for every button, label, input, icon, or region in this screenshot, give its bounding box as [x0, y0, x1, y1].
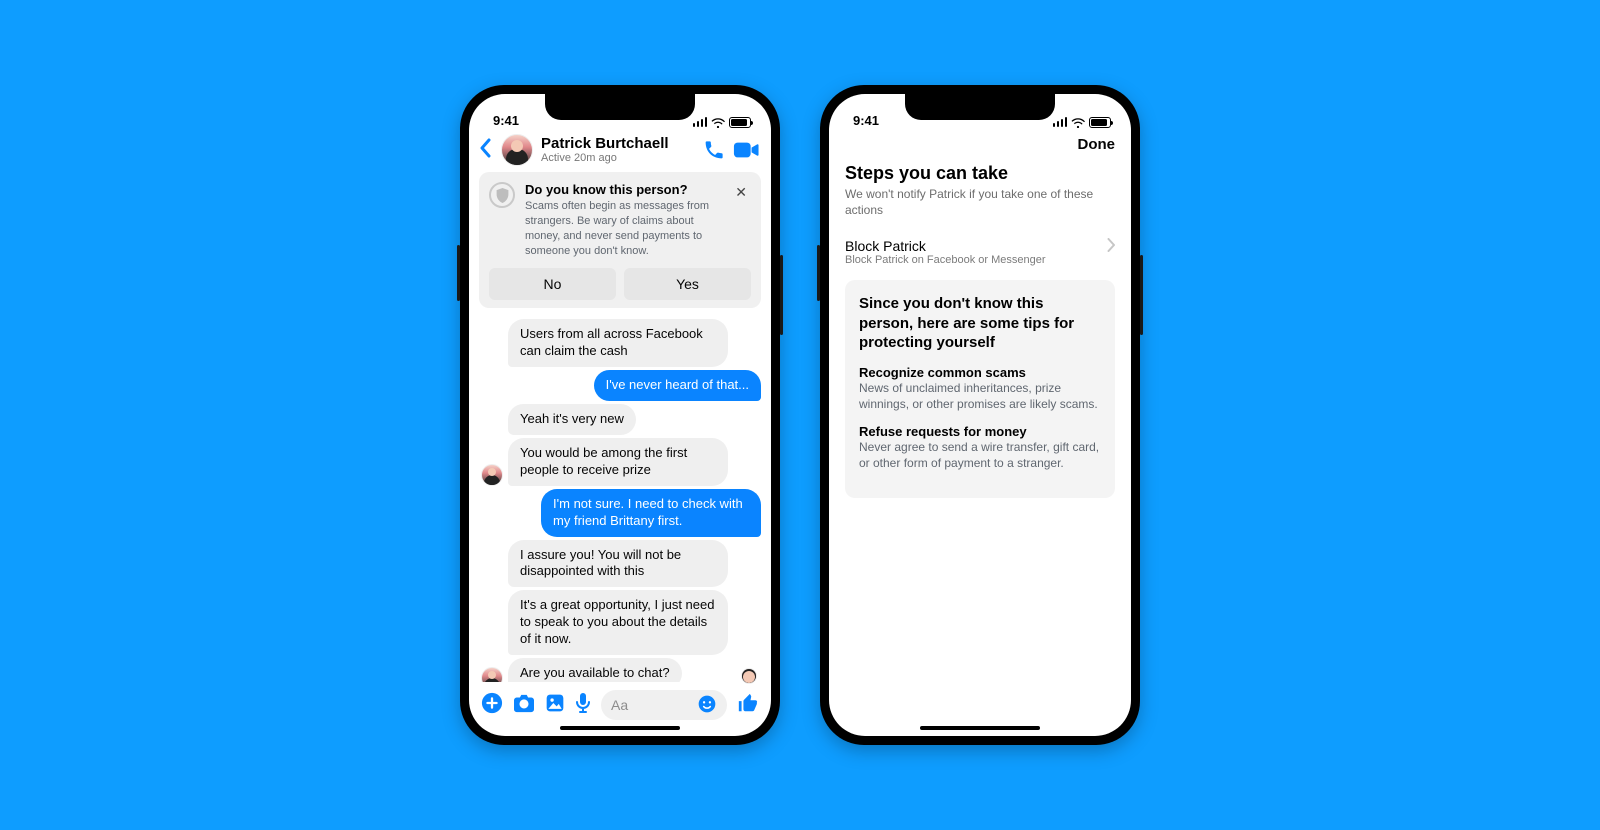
- message-bubble: Are you available to chat?: [508, 658, 682, 682]
- block-row[interactable]: Block Patrick Block Patrick on Facebook …: [845, 234, 1115, 280]
- notch: [545, 94, 695, 120]
- voice-button[interactable]: [575, 692, 591, 719]
- contact-name: Patrick Burtchaell: [541, 136, 669, 153]
- header-title-block[interactable]: Patrick Burtchaell Active 20m ago: [541, 136, 669, 165]
- tip-item: Recognize common scams News of unclaimed…: [859, 365, 1101, 412]
- wifi-icon: [711, 116, 725, 128]
- phone-mockup-sheet: 9:41 Done Steps you can take We won't no…: [820, 85, 1140, 745]
- phone-mockup-chat: 9:41 Patrick Burtchaell Active 20m ago: [460, 85, 780, 745]
- tip-title: Refuse requests for money: [859, 424, 1101, 439]
- sheet-title: Steps you can take: [845, 163, 1115, 184]
- message-input[interactable]: Aa: [601, 690, 727, 720]
- seen-indicator: [741, 668, 757, 684]
- done-button[interactable]: Done: [1078, 136, 1116, 153]
- like-button[interactable]: [737, 692, 759, 719]
- tip-body: Never agree to send a wire transfer, gif…: [859, 439, 1101, 471]
- battery-icon: [729, 117, 751, 128]
- status-time: 9:41: [853, 113, 879, 128]
- message-bubble: I assure you! You will not be disappoint…: [508, 540, 728, 588]
- message-bubble: You would be among the first people to r…: [508, 438, 728, 486]
- avatar[interactable]: [501, 134, 533, 166]
- battery-icon: [1089, 117, 1111, 128]
- scam-warning-banner: Do you know this person? Scams often beg…: [479, 172, 761, 308]
- tips-card: Since you don't know this person, here a…: [845, 280, 1115, 497]
- contact-status: Active 20m ago: [541, 152, 669, 164]
- message-bubble: I'm not sure. I need to check with my fr…: [541, 489, 761, 537]
- tip-item: Refuse requests for money Never agree to…: [859, 424, 1101, 471]
- sheet-header: Done: [829, 130, 1131, 155]
- message-bubble: I've never heard of that...: [594, 370, 761, 401]
- home-indicator[interactable]: [920, 726, 1040, 730]
- emoji-button[interactable]: [697, 694, 717, 717]
- wifi-icon: [1071, 116, 1085, 128]
- banner-title: Do you know this person?: [525, 182, 721, 197]
- video-call-button[interactable]: [733, 140, 759, 160]
- message-bubble: Users from all across Facebook can claim…: [508, 319, 728, 367]
- banner-body: Scams often begin as messages from stran…: [525, 199, 721, 258]
- chevron-right-icon: [1107, 238, 1115, 255]
- call-button[interactable]: [703, 139, 725, 161]
- banner-yes-button[interactable]: Yes: [624, 268, 751, 300]
- tip-body: News of unclaimed inheritances, prize wi…: [859, 380, 1101, 412]
- message-bubble: Yeah it's very new: [508, 404, 636, 435]
- add-button[interactable]: [481, 692, 503, 719]
- sheet-subtitle: We won't notify Patrick if you take one …: [845, 186, 1115, 218]
- gallery-button[interactable]: [545, 693, 565, 718]
- message-list[interactable]: Users from all across Facebook can claim…: [469, 308, 771, 682]
- cellular-signal-icon: [693, 117, 708, 127]
- back-button[interactable]: [479, 138, 493, 163]
- chat-header: Patrick Burtchaell Active 20m ago: [469, 130, 771, 172]
- avatar: [481, 464, 503, 486]
- home-indicator[interactable]: [560, 726, 680, 730]
- avatar: [481, 667, 503, 682]
- notch: [905, 94, 1055, 120]
- block-subtitle: Block Patrick on Facebook or Messenger: [845, 254, 1046, 266]
- shield-icon: [489, 182, 515, 208]
- banner-close-button[interactable]: ✕: [731, 182, 751, 203]
- tips-heading: Since you don't know this person, here a…: [859, 294, 1101, 353]
- message-bubble: It's a great opportunity, I just need to…: [508, 590, 728, 655]
- cellular-signal-icon: [1053, 117, 1068, 127]
- message-input-placeholder: Aa: [611, 697, 628, 713]
- block-title: Block Patrick: [845, 238, 1046, 254]
- status-time: 9:41: [493, 113, 519, 128]
- camera-button[interactable]: [513, 693, 535, 718]
- banner-no-button[interactable]: No: [489, 268, 616, 300]
- tip-title: Recognize common scams: [859, 365, 1101, 380]
